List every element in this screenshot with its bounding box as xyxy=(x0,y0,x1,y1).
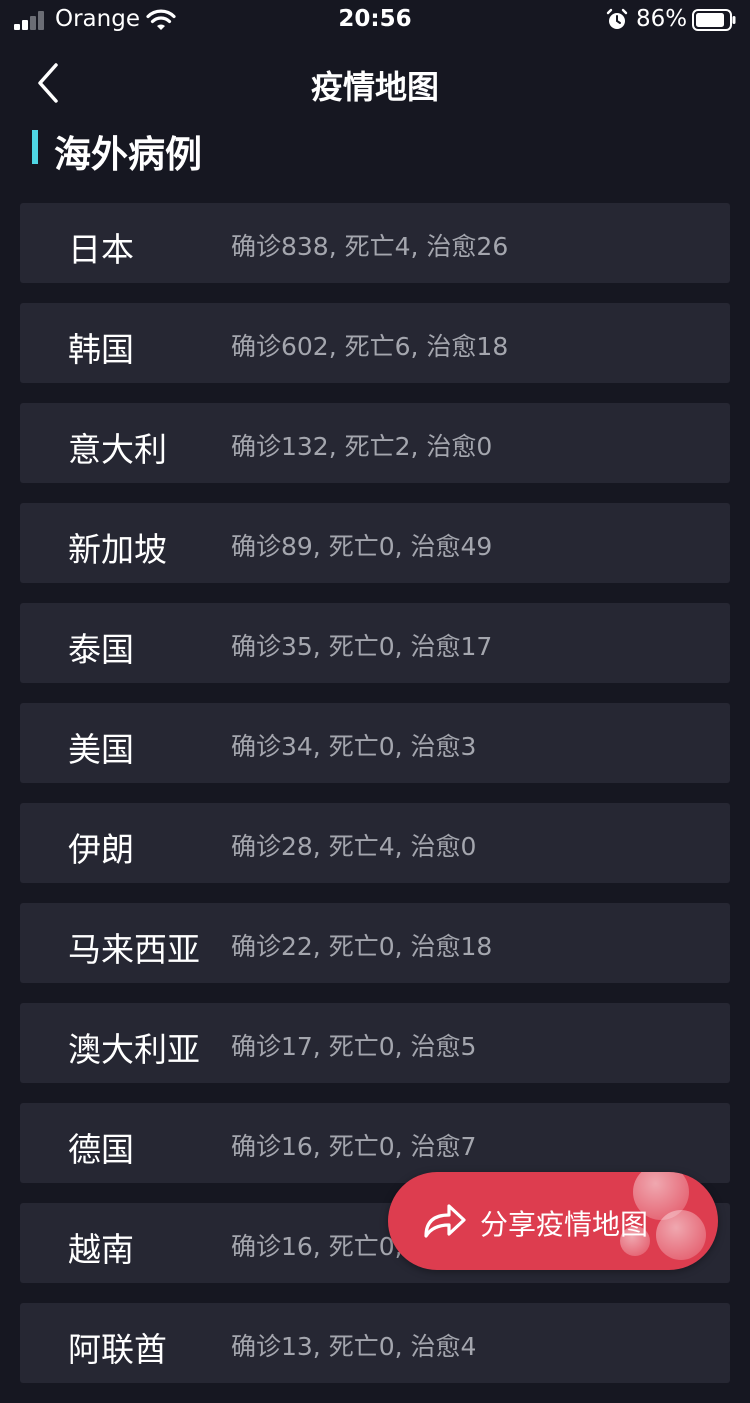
share-map-button[interactable]: 分享疫情地图 xyxy=(388,1172,718,1270)
battery-icon xyxy=(692,9,736,31)
list-item[interactable]: 日本 确诊838, 死亡4, 治愈26 xyxy=(20,203,730,283)
list-item[interactable]: 澳大利亚 确诊17, 死亡0, 治愈5 xyxy=(20,1003,730,1083)
country-name: 日本 xyxy=(68,230,134,269)
case-stats: 确诊28, 死亡4, 治愈0 xyxy=(231,832,477,861)
country-name: 泰国 xyxy=(68,630,134,669)
list-item[interactable]: 伊朗 确诊28, 死亡4, 治愈0 xyxy=(20,803,730,883)
case-stats: 确诊602, 死亡6, 治愈18 xyxy=(231,332,509,361)
case-stats: 确诊35, 死亡0, 治愈17 xyxy=(231,632,493,661)
list-item[interactable]: 阿联酋 确诊13, 死亡0, 治愈4 xyxy=(20,1303,730,1383)
country-name: 意大利 xyxy=(68,430,167,469)
case-stats: 确诊16, 死亡0, 治愈7 xyxy=(231,1132,477,1161)
list-item[interactable]: 泰国 确诊35, 死亡0, 治愈17 xyxy=(20,603,730,683)
share-arrow-icon xyxy=(424,1204,466,1238)
case-stats: 确诊132, 死亡2, 治愈0 xyxy=(231,432,493,461)
country-name: 阿联酋 xyxy=(68,1330,167,1369)
country-name: 伊朗 xyxy=(68,830,134,869)
country-name: 马来西亚 xyxy=(68,930,200,969)
section-title: 海外病例 xyxy=(54,133,202,176)
case-stats: 确诊34, 死亡0, 治愈3 xyxy=(231,732,477,761)
country-name: 美国 xyxy=(68,730,134,769)
case-stats: 确诊838, 死亡4, 治愈26 xyxy=(231,232,509,261)
case-stats: 确诊16, 死亡0, xyxy=(231,1232,403,1261)
list-item[interactable]: 意大利 确诊132, 死亡2, 治愈0 xyxy=(20,403,730,483)
share-label: 分享疫情地图 xyxy=(480,1208,649,1241)
country-name: 新加坡 xyxy=(68,530,167,569)
list-item[interactable]: 韩国 确诊602, 死亡6, 治愈18 xyxy=(20,303,730,383)
back-button[interactable] xyxy=(30,60,70,106)
list-item[interactable]: 德国 确诊16, 死亡0, 治愈7 xyxy=(20,1103,730,1183)
country-name: 德国 xyxy=(68,1130,134,1169)
country-name: 韩国 xyxy=(68,330,134,369)
decorative-bubble xyxy=(656,1210,706,1260)
battery-percentage: 86% xyxy=(636,6,688,32)
case-stats: 确诊17, 死亡0, 治愈5 xyxy=(231,1032,477,1061)
case-stats: 确诊89, 死亡0, 治愈49 xyxy=(231,532,493,561)
country-name: 越南 xyxy=(68,1230,134,1269)
list-item[interactable]: 美国 确诊34, 死亡0, 治愈3 xyxy=(20,703,730,783)
alarm-icon xyxy=(606,8,628,29)
country-name: 澳大利亚 xyxy=(68,1030,200,1069)
case-stats: 确诊13, 死亡0, 治愈4 xyxy=(231,1332,477,1361)
status-bar: Orange 20:56 86% xyxy=(0,0,750,40)
chevron-left-icon xyxy=(38,63,58,103)
case-stats: 确诊22, 死亡0, 治愈18 xyxy=(231,932,493,961)
list-item[interactable]: 马来西亚 确诊22, 死亡0, 治愈18 xyxy=(20,903,730,983)
page-title: 疫情地图 xyxy=(310,68,439,106)
list-item[interactable]: 新加坡 确诊89, 死亡0, 治愈49 xyxy=(20,503,730,583)
section-accent-bar xyxy=(32,130,38,164)
